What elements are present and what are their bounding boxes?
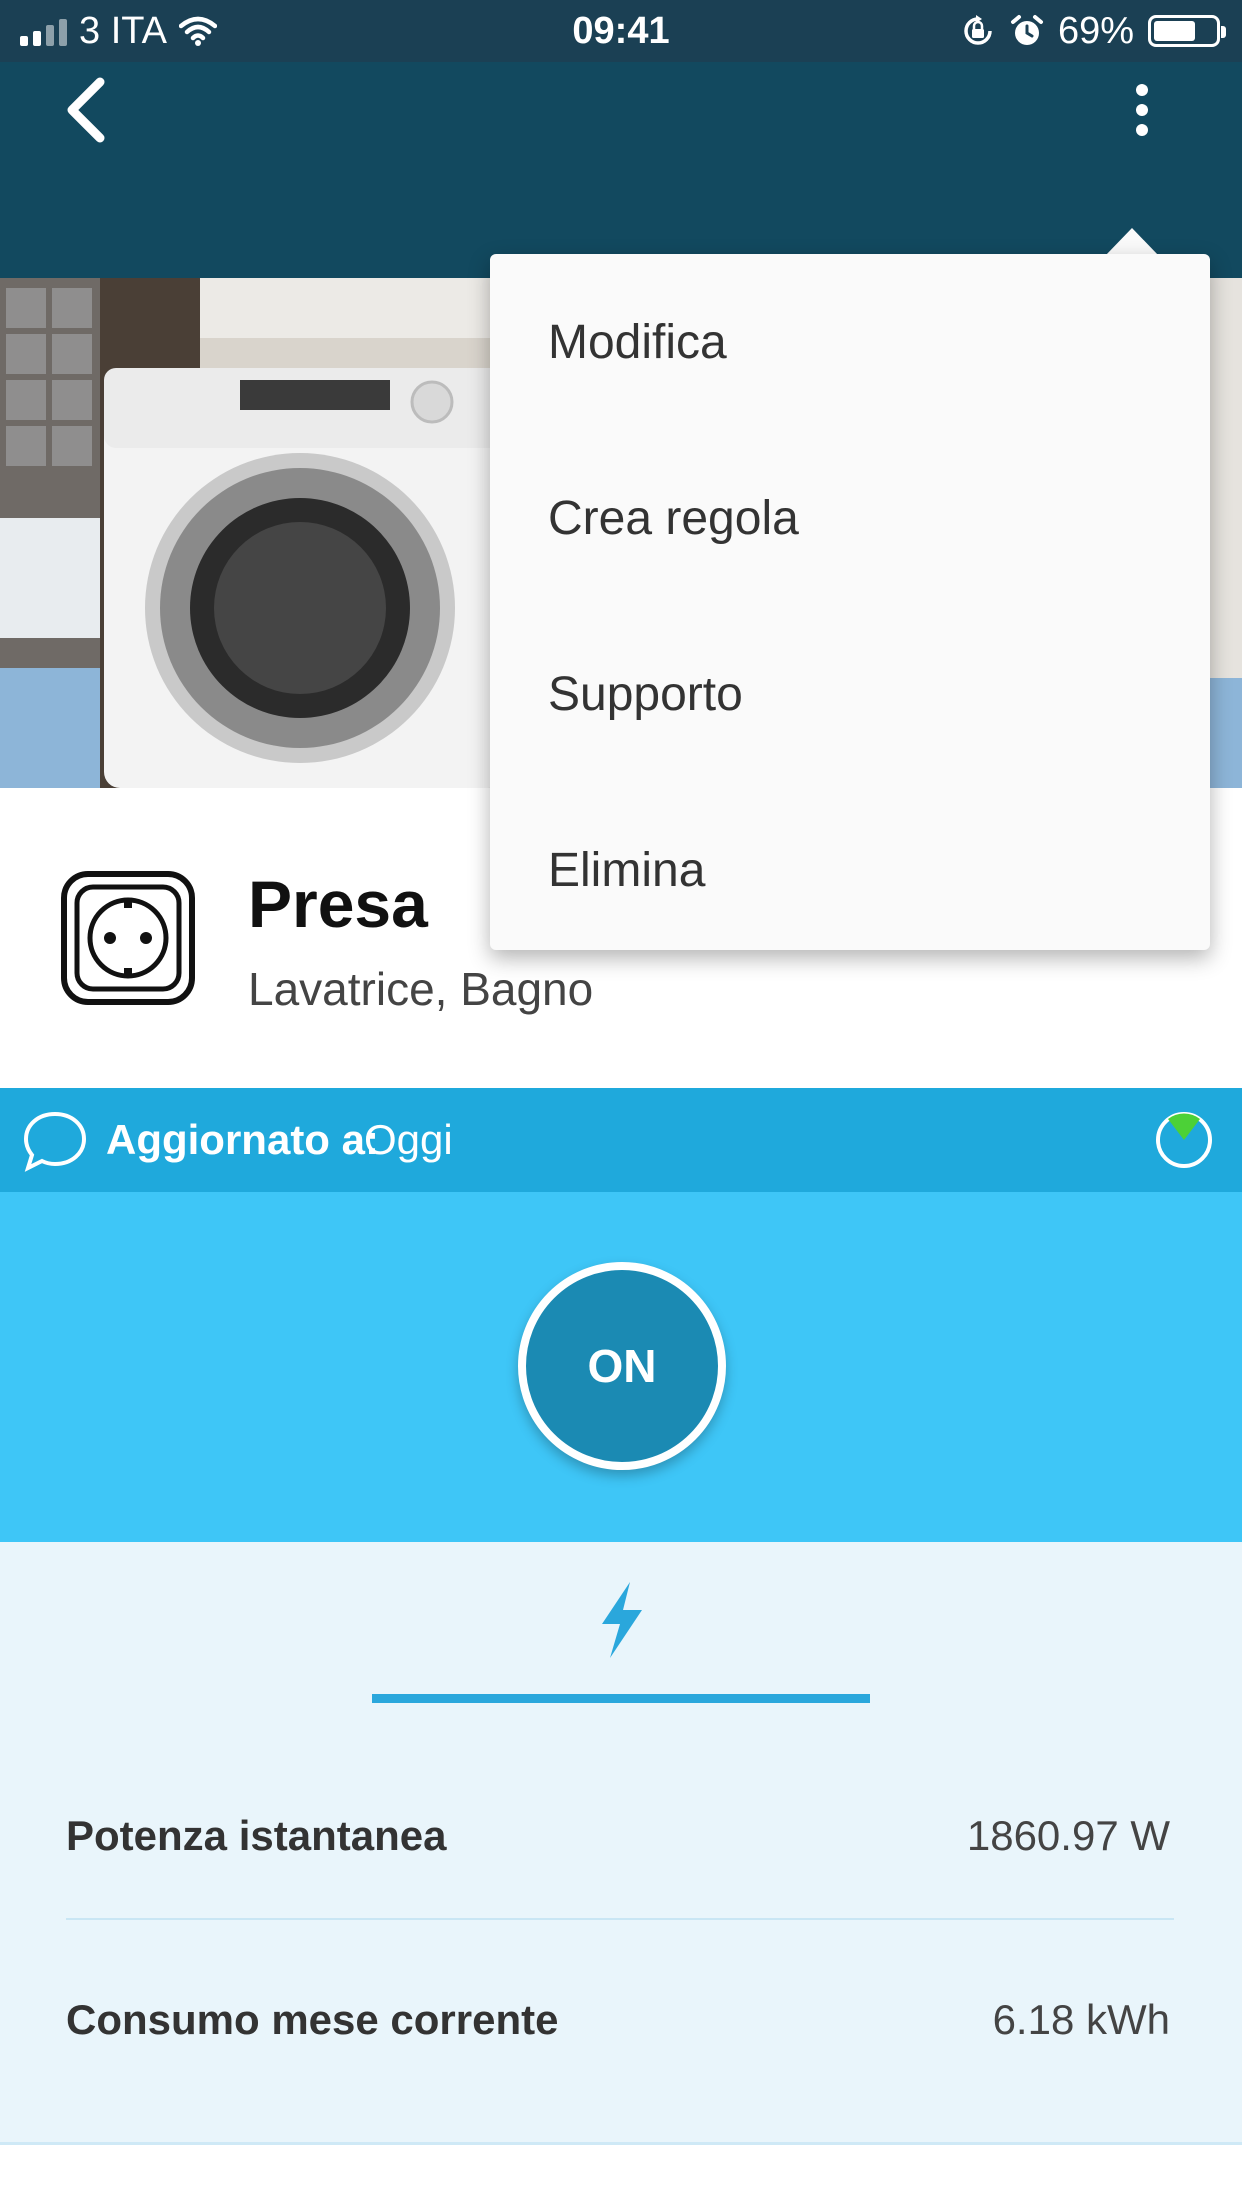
active-tab-indicator: [372, 1694, 870, 1703]
power-toggle-button[interactable]: ON: [518, 1262, 726, 1470]
overflow-menu: Modifica Crea regola Supporto Elimina: [490, 254, 1210, 950]
menu-item-elimina[interactable]: Elimina: [490, 782, 1210, 958]
power-socket-icon: [61, 871, 195, 1005]
row-divider: [66, 1918, 1174, 1920]
bottom-divider: [0, 2142, 1242, 2145]
chat-bubble-icon: [23, 1111, 87, 1172]
metric-value-power: 1860.97 W: [966, 1812, 1170, 1859]
nav-bar: [0, 62, 1242, 278]
timer-icon: [1156, 1112, 1212, 1168]
status-bar: 3 ITA 09:41 69%: [0, 0, 1242, 62]
menu-item-modifica[interactable]: Modifica: [490, 254, 1210, 430]
metric-value-consumption: 6.18 kWh: [992, 1996, 1170, 2043]
metric-label-power: Potenza istantanea: [66, 1812, 447, 1859]
metric-label-consumption: Consumo mese corrente: [66, 1996, 559, 2043]
battery-percent: 69%: [1057, 9, 1134, 52]
battery-icon: [1148, 15, 1226, 47]
update-label: Aggiornato a:: [106, 1116, 379, 1163]
menu-caret: [1105, 228, 1159, 256]
menu-item-crea-regola[interactable]: Crea regola: [490, 430, 1210, 606]
more-vertical-icon[interactable]: [1120, 70, 1164, 150]
menu-item-supporto[interactable]: Supporto: [490, 606, 1210, 782]
orientation-lock-icon: [964, 15, 992, 45]
device-subtitle: Lavatrice, Bagno: [248, 963, 594, 1015]
battery-level: [1154, 21, 1195, 41]
chevron-left-icon[interactable]: [52, 70, 122, 150]
update-value: Oggi: [364, 1116, 453, 1163]
alarm-icon: [1010, 15, 1043, 45]
lightning-bolt-icon[interactable]: [590, 1580, 650, 1660]
device-title: Presa: [248, 867, 428, 941]
status-right: 69%: [960, 0, 1226, 62]
update-bar: Aggiornato a: Oggi: [0, 1088, 1242, 1192]
